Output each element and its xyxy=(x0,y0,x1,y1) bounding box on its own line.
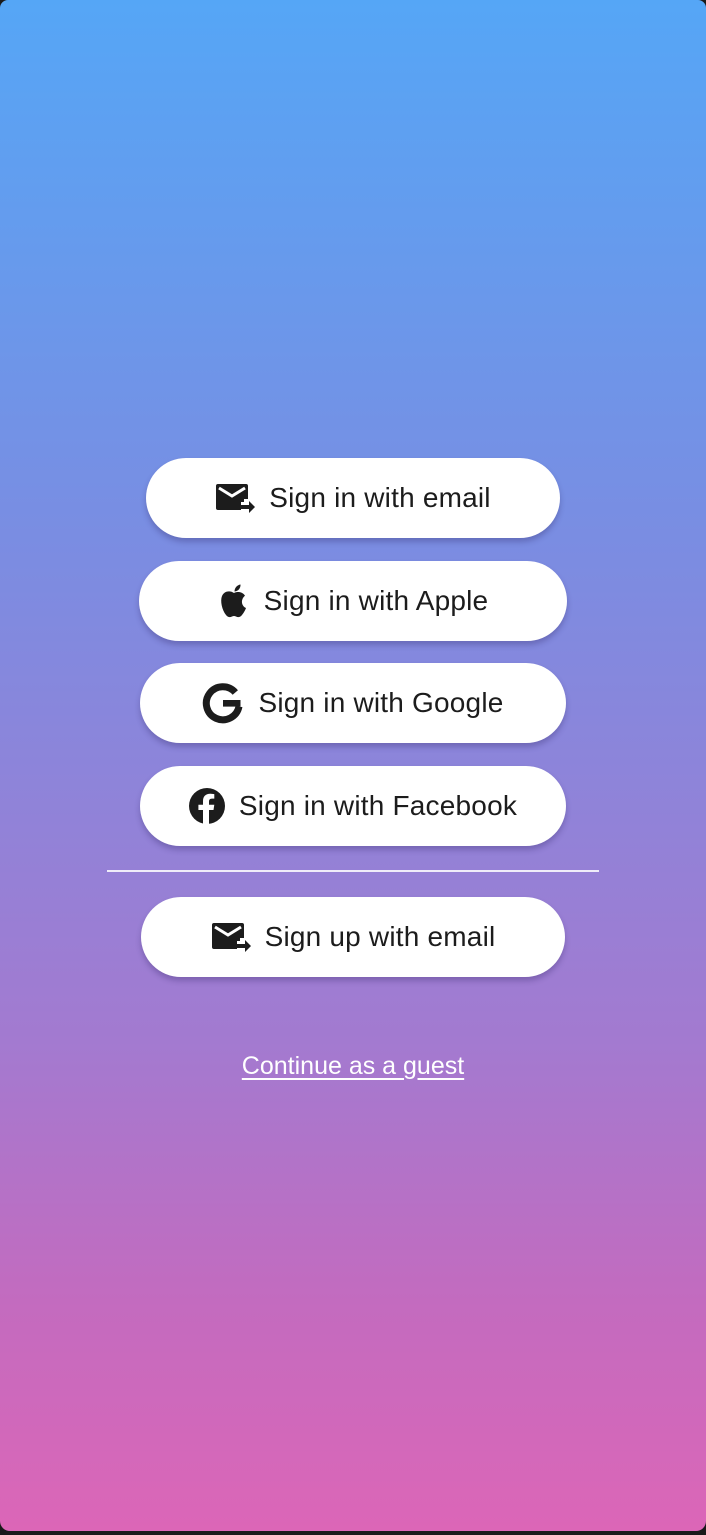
guest-link-container: Continue as a guest xyxy=(0,1052,706,1081)
forward-email-icon xyxy=(215,482,256,514)
login-screen: Sign in with email Sign in with Apple Si… xyxy=(0,0,706,1531)
sign-in-google-label: Sign in with Google xyxy=(258,687,504,718)
apple-icon xyxy=(218,584,250,618)
sign-in-apple-label: Sign in with Apple xyxy=(263,585,489,616)
section-divider xyxy=(107,870,599,872)
continue-as-guest-link[interactable]: Continue as a guest xyxy=(242,1052,464,1080)
facebook-icon xyxy=(188,788,225,824)
sign-in-facebook-button[interactable]: Sign in with Facebook xyxy=(140,766,566,846)
forward-email-icon xyxy=(211,921,251,953)
sign-in-google-button[interactable]: Sign in with Google xyxy=(140,663,566,743)
sign-in-email-button[interactable]: Sign in with email xyxy=(146,458,560,538)
sign-in-email-label: Sign in with email xyxy=(269,482,491,513)
sign-up-email-button[interactable]: Sign up with email xyxy=(141,897,565,977)
sign-in-apple-button[interactable]: Sign in with Apple xyxy=(139,561,567,641)
sign-in-facebook-label: Sign in with Facebook xyxy=(238,790,518,821)
google-icon xyxy=(202,682,244,724)
sign-up-email-label: Sign up with email xyxy=(264,921,496,952)
